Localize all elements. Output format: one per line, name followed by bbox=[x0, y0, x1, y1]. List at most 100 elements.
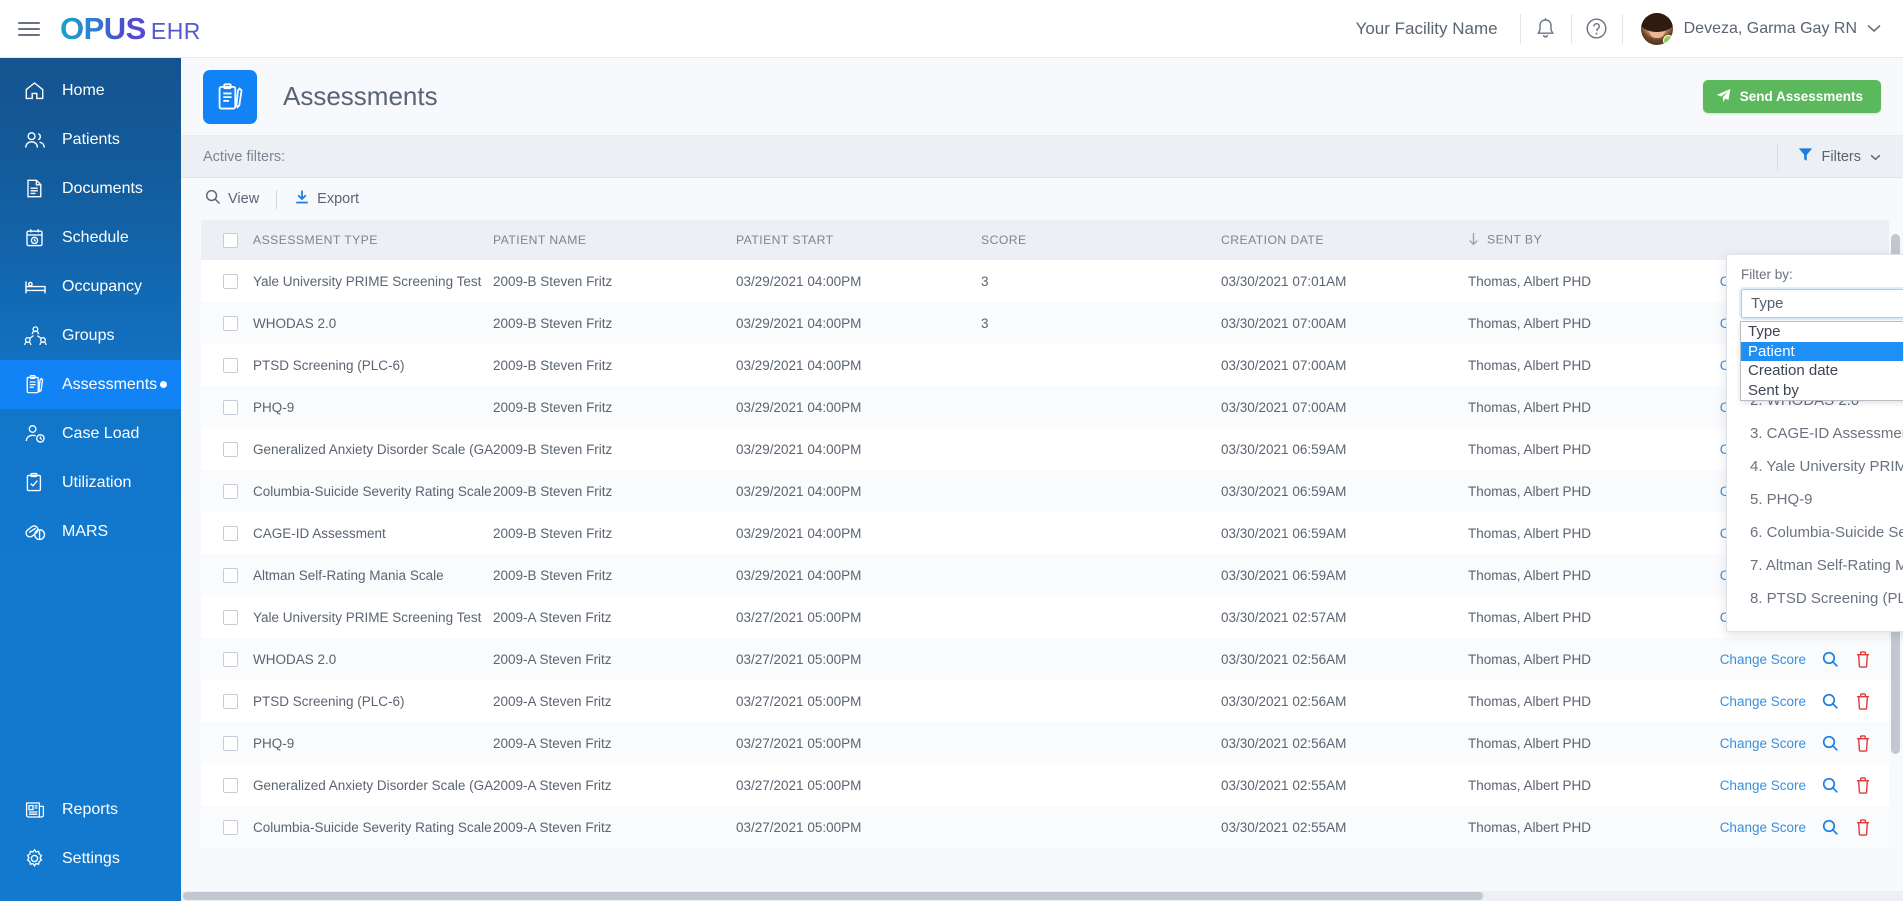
table-row[interactable]: WHODAS 2.02009-B Steven Fritz03/29/2021 … bbox=[201, 302, 1889, 344]
filter-option-patient[interactable]: Patient bbox=[1741, 342, 1903, 362]
filters-button[interactable]: Filters bbox=[1777, 144, 1881, 170]
magnifier-icon[interactable] bbox=[1822, 651, 1839, 668]
column-score[interactable]: SCORE bbox=[981, 220, 1221, 260]
row-checkbox[interactable] bbox=[223, 568, 238, 583]
filter-option-type[interactable]: Type bbox=[1741, 322, 1903, 342]
row-checkbox[interactable] bbox=[223, 652, 238, 667]
table-row[interactable]: Altman Self-Rating Mania Scale2009-B Ste… bbox=[201, 554, 1889, 596]
sidebar-item-assessments[interactable]: Assessments bbox=[0, 360, 181, 409]
horizontal-scrollbar-thumb[interactable] bbox=[183, 892, 1483, 900]
horizontal-scrollbar[interactable] bbox=[181, 891, 1903, 901]
change-score-link[interactable]: Change Score bbox=[1720, 694, 1806, 709]
view-button[interactable]: View bbox=[205, 189, 259, 209]
filter-option-sent-by[interactable]: Sent by bbox=[1741, 381, 1903, 401]
help-question-circle-icon[interactable] bbox=[1572, 0, 1622, 57]
hamburger-menu-icon[interactable] bbox=[18, 18, 40, 40]
sidebar-item-documents[interactable]: Documents bbox=[0, 164, 181, 213]
assessment-list-item[interactable]: 4. Yale University PRIME Screening Test bbox=[1741, 450, 1903, 483]
filter-by-select[interactable]: Type bbox=[1741, 289, 1903, 318]
clipboard-pencil-icon bbox=[24, 374, 50, 395]
column-sent-by[interactable]: SENT BY bbox=[1468, 220, 1718, 260]
sidebar-item-reports[interactable]: Reports bbox=[0, 785, 181, 834]
row-checkbox[interactable] bbox=[223, 778, 238, 793]
chevron-down-icon[interactable] bbox=[1867, 20, 1881, 38]
sidebar-bottom-group: Reports Settings bbox=[0, 785, 181, 883]
cell-patient-start: 03/29/2021 04:00PM bbox=[736, 344, 981, 386]
table-row[interactable]: Generalized Anxiety Disorder Scale (GAD2… bbox=[201, 764, 1889, 806]
table-row[interactable]: PHQ-92009-A Steven Fritz03/27/2021 05:00… bbox=[201, 722, 1889, 764]
change-score-link[interactable]: Change Score bbox=[1720, 736, 1806, 751]
trash-icon[interactable] bbox=[1855, 651, 1871, 668]
table-row[interactable]: PHQ-92009-B Steven Fritz03/29/2021 04:00… bbox=[201, 386, 1889, 428]
cell-sent-by: Thomas, Albert PHD bbox=[1468, 386, 1718, 428]
sidebar-item-mars[interactable]: MARS bbox=[0, 507, 181, 556]
table-row[interactable]: Generalized Anxiety Disorder Scale (GAD2… bbox=[201, 428, 1889, 470]
select-all-checkbox[interactable] bbox=[223, 233, 238, 248]
cell-patient-start: 03/27/2021 05:00PM bbox=[736, 806, 981, 848]
export-button[interactable]: Export bbox=[294, 189, 359, 209]
assessment-list-item[interactable]: 5. PHQ-9 bbox=[1741, 483, 1903, 516]
table-row[interactable]: Columbia-Suicide Severity Rating Scale20… bbox=[201, 470, 1889, 512]
row-checkbox[interactable] bbox=[223, 358, 238, 373]
sidebar-item-utilization[interactable]: Utilization bbox=[0, 458, 181, 507]
row-checkbox[interactable] bbox=[223, 820, 238, 835]
table-row[interactable]: CAGE-ID Assessment2009-B Steven Fritz03/… bbox=[201, 512, 1889, 554]
notification-bell-icon[interactable] bbox=[1521, 0, 1571, 57]
sidebar-item-case-load[interactable]: Case Load bbox=[0, 409, 181, 458]
change-score-link[interactable]: Change Score bbox=[1720, 652, 1806, 667]
magnifier-icon[interactable] bbox=[1822, 819, 1839, 836]
column-patient-start[interactable]: PATIENT START bbox=[736, 220, 981, 260]
change-score-link[interactable]: Change Score bbox=[1720, 778, 1806, 793]
table-row[interactable]: Yale University PRIME Screening Test2009… bbox=[201, 260, 1889, 302]
app-logo[interactable]: OPUS EHR bbox=[60, 11, 201, 47]
magnifier-icon[interactable] bbox=[1822, 693, 1839, 710]
row-checkbox[interactable] bbox=[223, 400, 238, 415]
row-checkbox[interactable] bbox=[223, 484, 238, 499]
table-row[interactable]: Columbia-Suicide Severity Rating Scale20… bbox=[201, 806, 1889, 848]
cell-assessment-type: Yale University PRIME Screening Test bbox=[253, 260, 493, 302]
page-title-clipboard-pencil-icon bbox=[203, 70, 257, 124]
sidebar-item-occupancy[interactable]: Occupancy bbox=[0, 262, 181, 311]
sidebar-label: Occupancy bbox=[62, 278, 142, 296]
trash-icon[interactable] bbox=[1855, 735, 1871, 752]
magnifier-icon[interactable] bbox=[1822, 777, 1839, 794]
sidebar-label: Documents bbox=[62, 180, 143, 198]
trash-icon[interactable] bbox=[1855, 693, 1871, 710]
trash-icon[interactable] bbox=[1855, 819, 1871, 836]
table-row[interactable]: WHODAS 2.02009-A Steven Fritz03/27/2021 … bbox=[201, 638, 1889, 680]
row-checkbox[interactable] bbox=[223, 316, 238, 331]
arrow-down-sort-icon[interactable] bbox=[1468, 232, 1479, 249]
sidebar-item-patients[interactable]: Patients bbox=[0, 115, 181, 164]
sidebar-item-groups[interactable]: Groups bbox=[0, 311, 181, 360]
send-assessments-button[interactable]: Send Assessments bbox=[1703, 80, 1881, 113]
row-checkbox[interactable] bbox=[223, 526, 238, 541]
column-assessment-type[interactable]: ASSESSMENT TYPE bbox=[253, 220, 493, 260]
row-checkbox[interactable] bbox=[223, 736, 238, 751]
row-checkbox[interactable] bbox=[223, 442, 238, 457]
magnifier-icon[interactable] bbox=[1822, 735, 1839, 752]
row-checkbox[interactable] bbox=[223, 610, 238, 625]
change-score-link[interactable]: Change Score bbox=[1720, 820, 1806, 835]
sidebar-item-schedule[interactable]: Schedule bbox=[0, 213, 181, 262]
user-account-menu[interactable]: Deveza, Garma Gay RN bbox=[1623, 13, 1881, 45]
sidebar-item-home[interactable]: Home bbox=[0, 66, 181, 115]
cell-score bbox=[981, 806, 1221, 848]
assessment-list-item[interactable]: 3. CAGE-ID Assessment bbox=[1741, 417, 1903, 450]
assessment-list-item[interactable]: 8. PTSD Screening (PLC-6) bbox=[1741, 582, 1903, 615]
filter-option-creation-date[interactable]: Creation date bbox=[1741, 361, 1903, 381]
row-checkbox[interactable] bbox=[223, 694, 238, 709]
assessment-list-item[interactable]: 6. Columbia-Suicide Severity Rating Scal… bbox=[1741, 516, 1903, 549]
assessment-list-item[interactable]: 7. Altman Self-Rating Mania Scale bbox=[1741, 549, 1903, 582]
table-row[interactable]: PTSD Screening (PLC-6)2009-B Steven Frit… bbox=[201, 344, 1889, 386]
table-row[interactable]: Yale University PRIME Screening Test2009… bbox=[201, 596, 1889, 638]
row-checkbox[interactable] bbox=[223, 274, 238, 289]
filter-by-options-list[interactable]: TypePatientCreation dateSent by bbox=[1740, 321, 1903, 401]
table-row[interactable]: PTSD Screening (PLC-6)2009-A Steven Frit… bbox=[201, 680, 1889, 722]
sidebar-label: Groups bbox=[62, 327, 114, 345]
sidebar-item-settings[interactable]: Settings bbox=[0, 834, 181, 883]
column-patient-name[interactable]: PATIENT NAME bbox=[493, 220, 736, 260]
column-creation-date[interactable]: CREATION DATE bbox=[1221, 220, 1468, 260]
trash-icon[interactable] bbox=[1855, 777, 1871, 794]
cell-patient-start: 03/29/2021 04:00PM bbox=[736, 554, 981, 596]
send-assessments-label: Send Assessments bbox=[1740, 89, 1863, 104]
